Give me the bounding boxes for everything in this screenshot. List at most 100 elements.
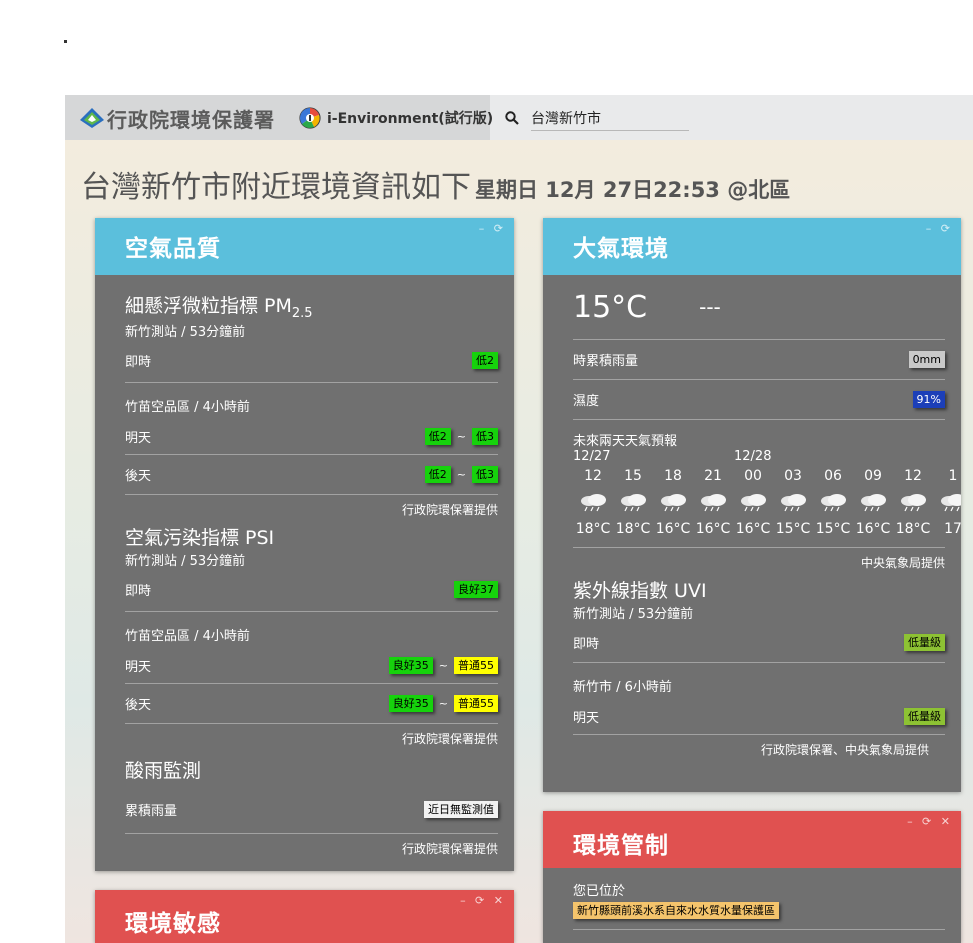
located-label: 您已位於 — [573, 884, 626, 899]
forecast-hour: 06 — [824, 468, 842, 484]
rain-cloud-icon — [893, 492, 933, 512]
forecast-hour: 21 — [704, 468, 722, 484]
atmosphere-title: 大氣環境 — [573, 236, 669, 262]
search-bar — [505, 104, 689, 132]
forecast-hour: 1 — [948, 468, 958, 484]
environmental-control-title: 環境管制 — [573, 833, 669, 859]
uvi-tomorrow-badge: 低量級 — [904, 708, 945, 725]
i-environment-logo-icon — [299, 107, 321, 129]
psi-title: 空氣污染指標 PSI — [125, 526, 275, 549]
environment-sensitive-title: 環境敏感 — [125, 911, 221, 937]
forecast-temps: 18°C 18°C 16°C 16°C 16°C 15°C 15°C 16°C 18°C 17 — [573, 517, 961, 541]
rain-cloud-icon — [813, 492, 853, 512]
environmental-control-header: 環境管制 – ⟳ ✕ — [543, 811, 961, 868]
top-bar: 行政院環境保護署 i-Environment(試行版) — [65, 95, 973, 140]
main-area: 台灣新竹市附近環境資訊如下 星期日 12月 27日22:53 @北區 空氣品質 –… — [65, 140, 973, 943]
epa-brand[interactable]: 行政院環境保護署 — [79, 104, 275, 132]
air-quality-header: 空氣品質 – ⟳ — [95, 218, 514, 275]
forecast-temp: 17 — [944, 521, 961, 537]
forecast-temp: 18°C — [615, 521, 651, 537]
forecast-dates: 12/27 12/28 — [573, 449, 772, 464]
air-quality-title: 空氣品質 — [125, 236, 221, 262]
page-headline: 台灣新竹市附近環境資訊如下 星期日 12月 27日22:53 @北區 — [81, 162, 790, 206]
headline-datetime: 星期日 12月 27日22:53 @北區 — [475, 178, 791, 202]
rain-badge: 0mm — [908, 351, 945, 368]
rain-cloud-icon — [573, 492, 613, 512]
psi-now-badge: 良好37 — [454, 581, 498, 599]
pm25-title: 細懸浮微粒指標 PM2.5 — [125, 295, 313, 321]
uvi-tomorrow-row: 明天 低量級 — [573, 699, 945, 734]
forecast-hours: 12 15 18 21 00 03 06 09 12 1 — [573, 465, 961, 487]
panel-controls[interactable]: – ⟳ ✕ — [907, 815, 953, 828]
psi-tomorrow-row: 明天 良好35 ~ 普通55 — [125, 648, 498, 683]
brand-title: 行政院環境保護署 — [107, 107, 275, 132]
forecast-hour: 15 — [624, 468, 642, 484]
current-temperature: 15°C — [573, 289, 648, 325]
psi-after-row: 後天 良好35 ~ 普通55 — [125, 682, 498, 723]
forecast-strip: 12 15 18 21 00 03 06 09 12 1 18°C 18°C 16°C 16°C 16°C… — [573, 465, 961, 541]
forecast-hour: 09 — [864, 468, 882, 484]
atmosphere-header: 大氣環境 – ⟳ — [543, 218, 961, 275]
pm25-forecast-area: 竹苗空品區 / 4小時前 — [125, 381, 498, 419]
forecast-temp: 18°C — [895, 521, 931, 537]
rain-row: 時累積雨量 0mm — [573, 339, 945, 379]
uvi-now-badge: 低量級 — [904, 633, 945, 651]
panel-controls[interactable]: – ⟳ — [479, 222, 506, 235]
forecast-label: 未來兩天天氣預報 — [573, 434, 678, 449]
forecast-hour: 18 — [664, 468, 682, 484]
epa-logo-icon — [80, 108, 104, 128]
rain-cloud-icon — [853, 492, 893, 512]
forecast-credit: 中央氣象局提供 — [573, 547, 945, 576]
acid-rain-title: 酸雨監測 — [125, 759, 202, 782]
uvi-title: 紫外線指數 UVI — [573, 580, 707, 602]
forecast-hour: 03 — [784, 468, 802, 484]
uvi-city-row: 新竹市 / 6小時前 — [573, 662, 945, 699]
rain-cloud-icon — [773, 492, 813, 512]
forecast-temp: 16°C — [855, 521, 891, 537]
forecast-section: 未來兩天天氣預報 12/27 12/28 12 15 18 21 00 03 06 09 12 1… — [573, 419, 961, 541]
forecast-icons — [573, 487, 961, 517]
forecast-temp: 16°C — [695, 521, 731, 537]
psi-credit: 行政院環保署提供 — [125, 722, 498, 752]
forecast-temp: 18°C — [575, 521, 611, 537]
rain-cloud-icon — [653, 492, 693, 512]
protection-zone-badge[interactable]: 新竹縣頭前溪水系自來水水質水量保護區 — [573, 902, 779, 919]
forecast-hour: 00 — [744, 468, 762, 484]
humidity-row: 濕度 91% — [573, 379, 945, 419]
acid-rain-badge: 近日無監測值 — [424, 801, 498, 819]
forecast-temp: 16°C — [735, 521, 771, 537]
location-search-input[interactable] — [531, 105, 689, 131]
forecast-hour: 12 — [904, 468, 922, 484]
i-environment-link[interactable]: i-Environment(試行版) — [299, 105, 493, 131]
psi-now-row: 即時 良好37 — [125, 569, 498, 611]
weather-condition: --- — [699, 295, 721, 319]
search-icon[interactable] — [505, 111, 519, 125]
psi-station: 新竹測站 / 53分鐘前 — [125, 553, 246, 569]
uvi-now-row: 即時 低量級 — [573, 622, 945, 662]
rain-cloud-icon — [933, 492, 961, 512]
uvi-station: 新竹測站 / 53分鐘前 — [573, 607, 694, 622]
forecast-temp: 15°C — [815, 521, 851, 537]
pm25-tomorrow-row: 明天 低2 ~ 低3 — [125, 419, 498, 454]
rain-cloud-icon — [613, 492, 653, 512]
forecast-hour: 12 — [584, 468, 602, 484]
environment-sensitive-header: 環境敏感 – ⟳ ✕ — [95, 890, 514, 943]
headline-title: 台灣新竹市附近環境資訊如下 — [81, 170, 471, 205]
pm25-now-badge: 低2 — [472, 352, 498, 370]
forecast-temp: 16°C — [655, 521, 691, 537]
psi-forecast-area: 竹苗空品區 / 4小時前 — [125, 610, 498, 648]
stray-dot — [64, 40, 67, 43]
rain-cloud-icon — [733, 492, 773, 512]
acid-rain-credit: 行政院環保署提供 — [125, 832, 498, 862]
pm25-station: 新竹測站 / 53分鐘前 — [125, 324, 246, 340]
panel-controls[interactable]: – ⟳ — [926, 222, 953, 235]
app-name: i-Environment(試行版) — [327, 111, 494, 127]
pm25-after-row: 後天 低2 ~ 低3 — [125, 453, 498, 494]
acid-rain-row: 累積雨量 近日無監測值 — [125, 787, 498, 833]
atmosphere-panel: 大氣環境 – ⟳ 15°C --- 時累積雨量 0mm 濕度 91% 未來兩天天… — [543, 218, 961, 792]
pm25-now-row: 即時 低2 — [125, 340, 498, 382]
air-quality-panel: 空氣品質 – ⟳ 細懸浮微粒指標 PM2.5 新竹測站 / 53分鐘前 即時 低… — [95, 218, 514, 871]
forecast-temp: 15°C — [775, 521, 811, 537]
pm25-credit: 行政院環保署提供 — [125, 493, 498, 523]
panel-controls[interactable]: – ⟳ ✕ — [460, 894, 506, 907]
